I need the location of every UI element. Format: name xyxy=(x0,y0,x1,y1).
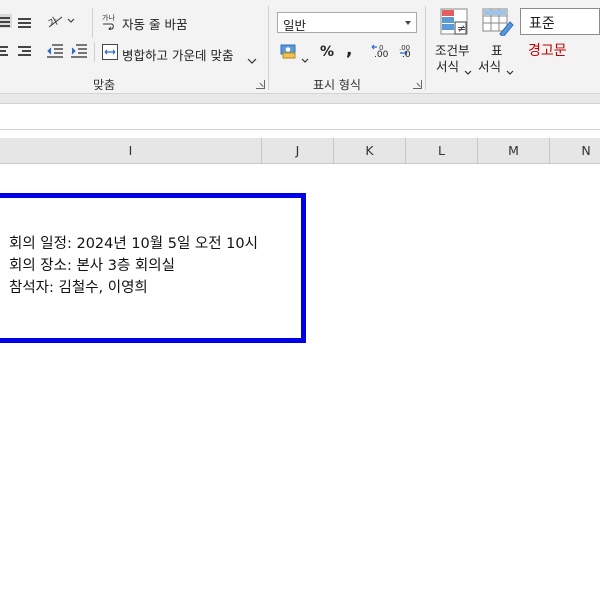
ribbon: 가 가나 자동 줄 바꿈 병합하고 가운데 맞춤 맞춤 일반 % , 0 .00… xyxy=(0,0,600,94)
align-left-icon[interactable] xyxy=(0,44,10,58)
meeting-info-textbox[interactable]: 회의 일정: 2024년 10월 5일 오전 10시 회의 장소: 본사 3층 … xyxy=(0,193,306,343)
wrap-text-button[interactable]: 자동 줄 바꿈 xyxy=(122,14,187,33)
ribbon-bottom-band xyxy=(0,94,600,104)
textbox-line-schedule: 회의 일정: 2024년 10월 5일 오전 10시 xyxy=(9,236,258,252)
chevron-down-icon[interactable] xyxy=(464,61,472,75)
column-header[interactable]: N xyxy=(550,138,600,164)
currency-format-icon[interactable] xyxy=(280,43,298,59)
formula-bar[interactable] xyxy=(0,104,600,130)
textbox-line-attendees: 참석자: 김철수, 이영희 xyxy=(9,280,148,296)
cell-style-normal[interactable]: 표준 xyxy=(520,8,600,35)
format-as-table-label-2[interactable]: 서식 xyxy=(478,56,501,75)
number-group-label: 표시 형식 xyxy=(313,78,361,92)
cell-style-normal-label: 표준 xyxy=(529,16,555,32)
decrease-indent-icon[interactable] xyxy=(46,43,64,59)
chevron-down-icon[interactable] xyxy=(247,49,257,64)
column-header[interactable]: I xyxy=(0,138,262,164)
cell-style-warning[interactable]: 경고문 xyxy=(528,40,567,60)
chevron-down-icon xyxy=(405,21,411,25)
merge-center-icon[interactable] xyxy=(102,44,118,60)
separator xyxy=(94,42,95,62)
number-format-dropdown[interactable]: 일반 xyxy=(277,12,417,33)
percent-style-button[interactable]: % xyxy=(320,44,334,60)
format-as-table-icon[interactable] xyxy=(482,8,514,38)
alignment-dialog-launcher-icon[interactable] xyxy=(256,80,265,89)
column-header-row: I J K L M N xyxy=(0,138,600,164)
merge-center-button[interactable]: 병합하고 가운데 맞춤 xyxy=(122,45,233,64)
align-top-icon[interactable] xyxy=(0,14,12,28)
column-header[interactable]: K xyxy=(334,138,406,164)
group-separator xyxy=(425,6,426,90)
textbox-line-location: 회의 장소: 본사 3층 회의실 xyxy=(9,258,175,274)
group-separator xyxy=(268,6,269,90)
chevron-down-icon[interactable] xyxy=(506,61,514,75)
comma-style-button[interactable]: , xyxy=(346,40,352,60)
decrease-decimal-label: .0 xyxy=(402,50,411,60)
column-header[interactable]: J xyxy=(262,138,334,164)
conditional-formatting-label-2[interactable]: 서식 xyxy=(436,56,459,75)
orientation-icon[interactable]: 가 xyxy=(46,11,76,30)
align-right-icon[interactable] xyxy=(18,44,32,58)
svg-text:≠: ≠ xyxy=(457,22,466,35)
svg-text:가: 가 xyxy=(46,15,60,29)
wrap-text-icon[interactable]: 가나 xyxy=(102,12,118,32)
column-header[interactable]: M xyxy=(478,138,550,164)
increase-decimal-label: .00 xyxy=(374,50,389,60)
svg-text:가나: 가나 xyxy=(102,13,115,22)
conditional-formatting-icon[interactable]: ≠ xyxy=(440,8,470,36)
alignment-group-label: 맞춤 xyxy=(93,78,116,92)
align-middle-icon[interactable] xyxy=(18,14,32,28)
separator xyxy=(92,8,93,38)
increase-indent-icon[interactable] xyxy=(70,43,88,59)
number-dialog-launcher-icon[interactable] xyxy=(413,80,422,89)
chevron-down-icon[interactable] xyxy=(301,49,309,63)
number-format-value: 일반 xyxy=(283,18,307,33)
column-header[interactable]: L xyxy=(406,138,478,164)
